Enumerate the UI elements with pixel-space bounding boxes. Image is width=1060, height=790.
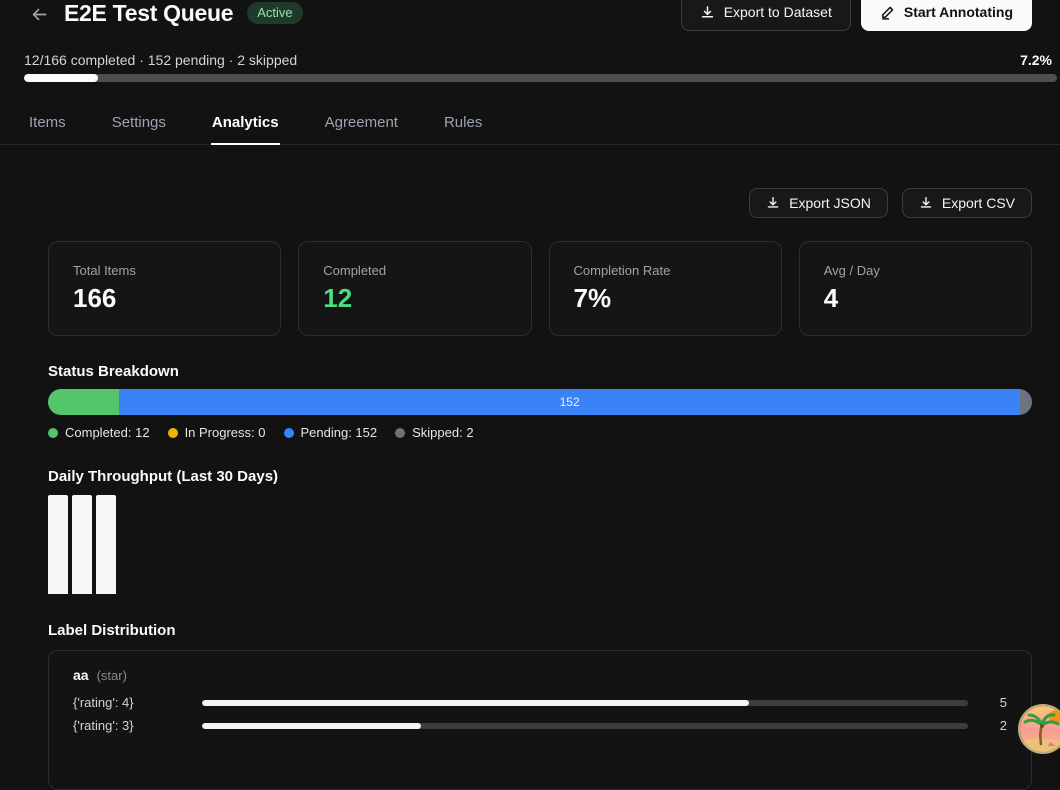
header: E2E Test Queue Active Export to Dataset …	[0, 0, 1060, 31]
legend-dot	[168, 428, 178, 438]
export-to-dataset-label: Export to Dataset	[724, 4, 832, 20]
status-badge: Active	[247, 2, 302, 24]
tab-rules[interactable]: Rules	[443, 101, 483, 145]
legend-item-skipped: Skipped: 2	[395, 425, 473, 440]
export-toolbar: Export JSON Export CSV	[48, 188, 1032, 218]
status-segment-completed	[48, 389, 119, 415]
export-json-label: Export JSON	[789, 195, 871, 211]
label-row-name: {'rating': 3}	[73, 718, 202, 733]
stat-card-label: Completion Rate	[574, 263, 757, 278]
status-segment-skipped	[1020, 389, 1032, 415]
tab-analytics[interactable]: Analytics	[211, 101, 280, 145]
tab-items[interactable]: Items	[28, 101, 67, 145]
stat-card-total-items: Total Items 166	[48, 241, 281, 336]
label-rows: {'rating': 4} 5 {'rating': 3} 2	[73, 695, 1007, 733]
stat-card-value: 12	[323, 283, 506, 314]
start-annotating-label: Start Annotating	[904, 4, 1013, 20]
throughput-bar	[48, 495, 68, 594]
pencil-icon	[880, 5, 895, 20]
progress-summary: 12/166 completed · 152 pending · 2 skipp…	[24, 52, 297, 68]
download-icon	[919, 196, 933, 210]
start-annotating-button[interactable]: Start Annotating	[861, 0, 1032, 31]
stat-card-completed: Completed 12	[298, 241, 531, 336]
stat-cards: Total Items 166 Completed 12 Completion Rate…	[48, 241, 1032, 336]
label-row: {'rating': 3} 2	[73, 718, 1007, 733]
status-breakdown-legend: Completed: 12 In Progress: 0 Pending: 152 S…	[48, 425, 1032, 440]
stat-card-label: Completed	[323, 263, 506, 278]
daily-throughput-title: Daily Throughput (Last 30 Days)	[48, 468, 1032, 485]
label-row-name: {'rating': 4}	[73, 695, 202, 710]
progress-bar	[24, 74, 1057, 82]
download-icon	[700, 5, 715, 20]
stat-card-value: 7%	[574, 283, 757, 314]
back-button[interactable]	[28, 3, 50, 25]
label-distribution-title: Label Distribution	[48, 622, 1032, 639]
label-row-fill	[202, 723, 421, 729]
analytics-panel: Export JSON Export CSV Total Items 166 Com…	[0, 188, 1060, 790]
legend-label: In Progress: 0	[185, 425, 266, 440]
throughput-bar	[72, 495, 92, 594]
label-row-fill	[202, 700, 749, 706]
stat-card-value: 166	[73, 283, 256, 314]
legend-label: Pending: 152	[301, 425, 378, 440]
progress-percent: 7.2%	[1020, 52, 1052, 68]
progress-row: 12/166 completed · 152 pending · 2 skipp…	[24, 52, 1052, 68]
legend-item-completed: Completed: 12	[48, 425, 150, 440]
stat-card-avg-day: Avg / Day 4	[799, 241, 1032, 336]
label-group-name: aa	[73, 667, 89, 683]
legend-dot	[395, 428, 405, 438]
legend-label: Skipped: 2	[412, 425, 473, 440]
stat-card-value: 4	[824, 283, 1007, 314]
label-group-header: aa (star)	[73, 667, 1007, 683]
stat-card-label: Avg / Day	[824, 263, 1007, 278]
export-csv-label: Export CSV	[942, 195, 1015, 211]
status-breakdown-title: Status Breakdown	[48, 363, 1032, 380]
legend-label: Completed: 12	[65, 425, 150, 440]
tab-agreement[interactable]: Agreement	[324, 101, 399, 145]
arrow-left-icon	[30, 5, 49, 24]
status-segment-pending: 152	[119, 389, 1020, 415]
stat-card-label: Total Items	[73, 263, 256, 278]
annotation-queue-page: E2E Test Queue Active Export to Dataset …	[0, 0, 1060, 790]
label-distribution-card: aa (star) {'rating': 4} 5 {'rating': 3} 2	[48, 650, 1032, 790]
page-title: E2E Test Queue	[64, 0, 233, 26]
label-row: {'rating': 4} 5	[73, 695, 1007, 710]
label-row-track	[202, 723, 968, 729]
label-group-type: (star)	[97, 668, 127, 683]
status-breakdown-bar: 152	[48, 389, 1032, 415]
tropical-island-badge-icon[interactable]	[1020, 706, 1060, 752]
label-row-value: 5	[968, 695, 1007, 710]
legend-item-pending: Pending: 152	[284, 425, 378, 440]
legend-item-in-progress: In Progress: 0	[168, 425, 266, 440]
legend-dot	[48, 428, 58, 438]
export-to-dataset-button[interactable]: Export to Dataset	[681, 0, 851, 31]
legend-dot	[284, 428, 294, 438]
download-icon	[766, 196, 780, 210]
tab-bar: Items Settings Analytics Agreement Rules	[0, 101, 1060, 145]
header-actions: Export to Dataset Start Annotating	[681, 0, 1032, 31]
label-row-track	[202, 700, 968, 706]
throughput-bar	[96, 495, 116, 594]
stat-card-completion-rate: Completion Rate 7%	[549, 241, 782, 336]
label-row-value: 2	[968, 718, 1007, 733]
export-csv-button[interactable]: Export CSV	[902, 188, 1032, 218]
header-left: E2E Test Queue Active	[28, 0, 303, 26]
export-json-button[interactable]: Export JSON	[749, 188, 888, 218]
daily-throughput-chart	[48, 495, 1032, 594]
status-segment-count: 152	[560, 395, 580, 409]
progress-bar-fill	[24, 74, 98, 82]
tab-settings[interactable]: Settings	[111, 101, 167, 145]
